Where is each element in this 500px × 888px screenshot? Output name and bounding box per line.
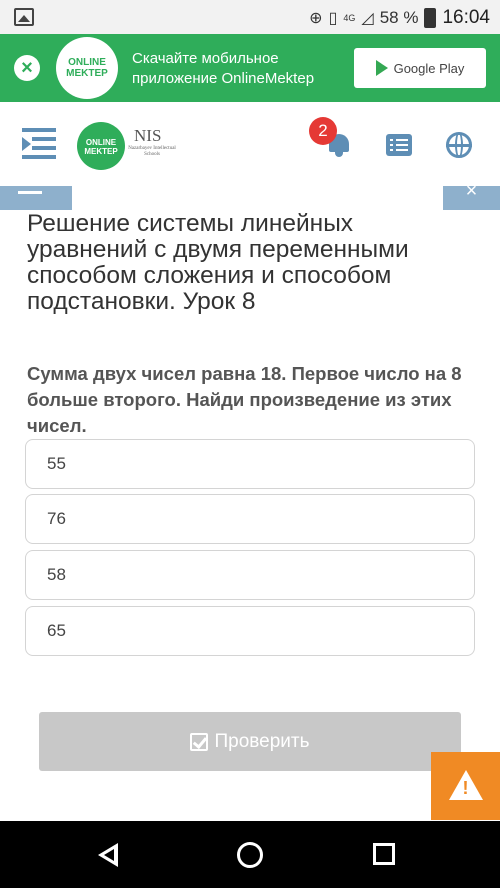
nis-logo: NIS Nazarbayev Intellectual Schools: [128, 126, 176, 157]
gallery-icon: [14, 8, 34, 26]
google-play-label: Google Play: [393, 60, 465, 76]
close-banner-icon[interactable]: ×: [14, 55, 40, 81]
banner-message-line1: Скачайте мобильное: [132, 50, 279, 67]
app-header: ONLINE MEKTEP NIS Nazarbayev Intellectua…: [0, 102, 500, 186]
answer-option[interactable]: 65: [25, 606, 475, 656]
report-problem-button[interactable]: !: [431, 752, 500, 820]
battery-icon: [424, 8, 437, 28]
check-answer-button[interactable]: Проверить: [39, 712, 461, 771]
google-play-icon: [375, 60, 388, 76]
recent-apps-icon[interactable]: [373, 843, 395, 865]
onlinemektep-logo: ONLINE MEKTEP: [56, 37, 118, 99]
battery-percent: 58 %: [379, 8, 419, 27]
collapse-tab[interactable]: [0, 186, 72, 210]
close-tab-icon[interactable]: ×: [443, 186, 500, 210]
checkbox-icon: [190, 732, 209, 751]
home-icon[interactable]: [237, 842, 263, 868]
back-icon[interactable]: [98, 843, 118, 867]
notification-badge: 2: [309, 117, 337, 145]
banner-message-line2: приложение OnlineMektep: [132, 70, 315, 87]
data-saver-icon: ⊕: [309, 10, 323, 27]
check-answer-label: Проверить: [214, 730, 310, 752]
answer-option[interactable]: 76: [25, 494, 475, 544]
vibrate-icon: ▯: [328, 10, 338, 27]
status-bar: ⊕ ▯ 4G ◿ 58 % 16:04: [0, 0, 500, 34]
answer-option[interactable]: 58: [25, 550, 475, 600]
language-globe-icon[interactable]: [446, 132, 472, 158]
menu-icon[interactable]: [22, 128, 56, 160]
list-icon[interactable]: [386, 134, 412, 156]
system-nav-bar: [0, 821, 500, 888]
clock: 16:04: [442, 7, 490, 28]
signal-icon: ◿: [361, 10, 374, 27]
google-play-button[interactable]: Google Play: [354, 48, 486, 88]
app-banner: × ONLINE MEKTEP Скачайте мобильное прило…: [0, 34, 500, 102]
question-text: Сумма двух чисел равна 18. Первое число …: [27, 363, 462, 436]
answer-option[interactable]: 55: [25, 439, 475, 489]
network-type: 4G: [343, 13, 356, 23]
banner-message: Скачайте мобильное приложение OnlineMekt…: [132, 49, 314, 89]
lesson-title: Решение системы линейных уравнений с дву…: [27, 210, 409, 315]
onlinemektep-header-logo[interactable]: ONLINE MEKTEP: [77, 122, 125, 170]
